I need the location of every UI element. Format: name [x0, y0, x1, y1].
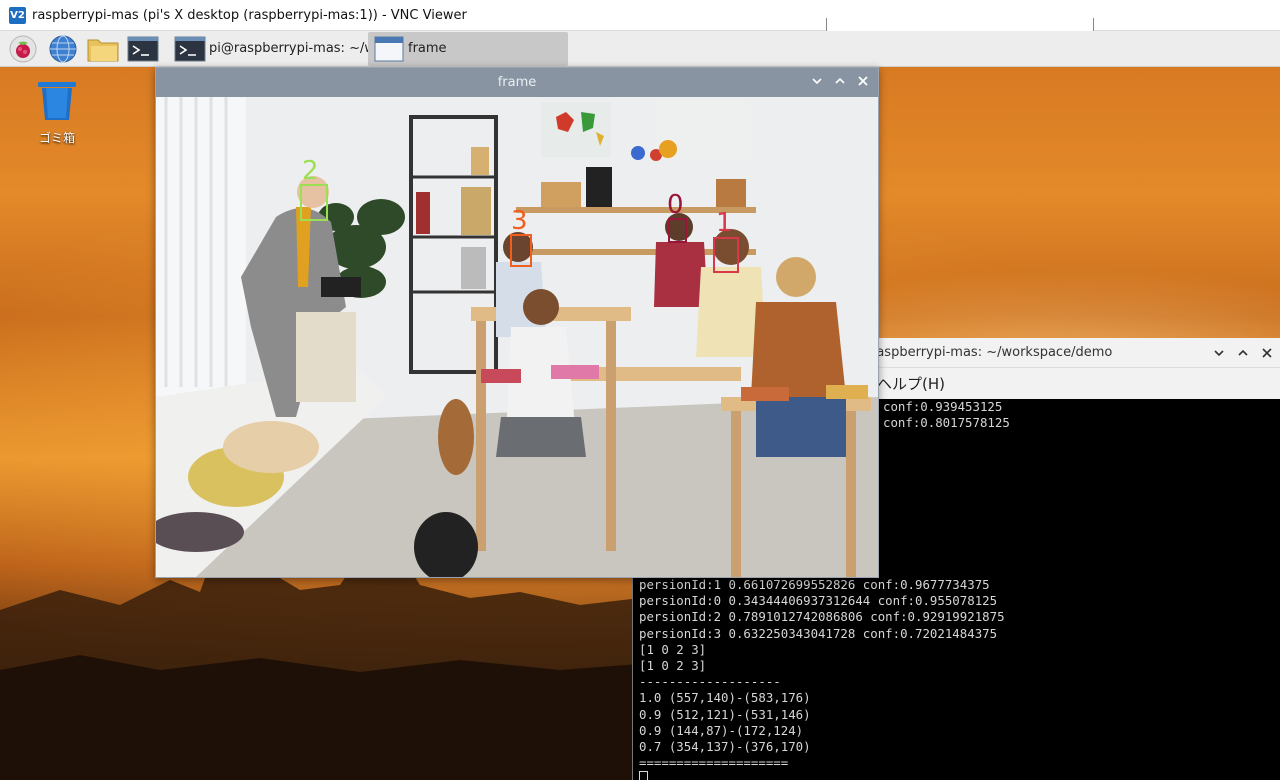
chevron-down-icon: [1214, 349, 1224, 356]
detection-label-2: 2: [302, 156, 319, 186]
trash-desktop-icon[interactable]: ゴミ箱: [22, 80, 92, 146]
terminal-line: ====================: [639, 755, 789, 771]
detection-box-3: [510, 234, 532, 267]
terminal-line: 0.7 (354,137)-(376,170): [639, 739, 811, 755]
taskbar-panel: pi@raspberrypi-mas: ~/wo... frame: [0, 31, 1280, 67]
trash-label: ゴミ箱: [38, 131, 75, 145]
minimize-button[interactable]: [1212, 346, 1226, 360]
detection-box-1: [713, 237, 739, 273]
minimize-button[interactable]: [810, 74, 824, 88]
chevron-up-icon: [1238, 349, 1248, 356]
terminal-line: 0.9 (512,121)-(531,146): [639, 706, 811, 722]
chevron-down-icon: [812, 78, 822, 85]
taskbar-item-terminal[interactable]: pi@raspberrypi-mas: ~/wo...: [168, 32, 368, 66]
close-icon: [858, 76, 868, 86]
window-icon: [374, 36, 404, 61]
frame-title: frame: [497, 75, 537, 90]
close-icon: [1262, 347, 1272, 358]
terminal-output: persionId:1 0.661072699552826 conf:0.967…: [636, 575, 1005, 780]
close-button[interactable]: [856, 74, 870, 88]
web-browser-icon[interactable]: [46, 33, 80, 65]
menu-help[interactable]: ヘルプ(H): [877, 373, 945, 394]
terminal-line: persionId:0 0.34344406937312644 conf:0.9…: [639, 593, 998, 609]
terminal-line: persionId:2 0.7891012742086806 conf:0.92…: [639, 609, 1005, 625]
terminal-output-top: conf:0.939453125 conf:0.8017578125: [883, 399, 1010, 431]
vnc-logo-icon: V2: [9, 6, 26, 24]
terminal-title: raspberrypi-mas: ~/workspace/demo: [871, 345, 1113, 360]
terminal-line: conf:0.939453125: [883, 399, 1003, 414]
terminal-line: conf:0.8017578125: [883, 415, 1010, 431]
frame-window[interactable]: frame 2 3 0 1: [155, 67, 879, 578]
terminal-line: -------------------: [639, 674, 781, 690]
classroom-video-frame: 2 3 0 1: [156, 97, 878, 577]
terminal-line: 1.0 (557,140)-(583,176): [639, 690, 811, 706]
detection-box-0: [668, 218, 687, 243]
detection-label-3: 3: [511, 206, 528, 236]
detection-label-0: 0: [667, 190, 684, 220]
vnc-window-title: raspberrypi-mas (pi's X desktop (raspber…: [32, 7, 467, 23]
terminal-line: [1 0 2 3]: [639, 658, 707, 674]
frame-titlebar: frame: [156, 68, 878, 97]
terminal-line: persionId:1 0.661072699552826 conf:0.967…: [639, 577, 990, 592]
raspberry-menu-icon[interactable]: [6, 33, 40, 65]
taskbar-item-label: frame: [408, 41, 447, 56]
terminal-icon: [174, 36, 206, 61]
classroom-scene-image: [156, 97, 878, 577]
file-manager-icon[interactable]: [86, 33, 120, 65]
maximize-button[interactable]: [1236, 346, 1250, 360]
taskbar-item-frame[interactable]: frame: [368, 31, 568, 66]
detection-box-2: [300, 184, 328, 221]
terminal-launcher-icon[interactable]: [126, 33, 160, 65]
terminal-line: persionId:3 0.632250343041728 conf:0.720…: [639, 625, 998, 641]
maximize-button[interactable]: [833, 74, 847, 88]
terminal-cursor: [639, 771, 648, 780]
trash-bin-icon: [38, 82, 76, 120]
terminal-line: [1 0 2 3]: [639, 641, 707, 657]
close-button[interactable]: [1260, 346, 1274, 360]
terminal-line: 0.9 (144,87)-(172,124): [639, 722, 804, 738]
taskbar-item-label: pi@raspberrypi-mas: ~/wo...: [209, 41, 368, 56]
detection-label-1: 1: [716, 208, 733, 238]
chevron-up-icon: [835, 77, 845, 84]
